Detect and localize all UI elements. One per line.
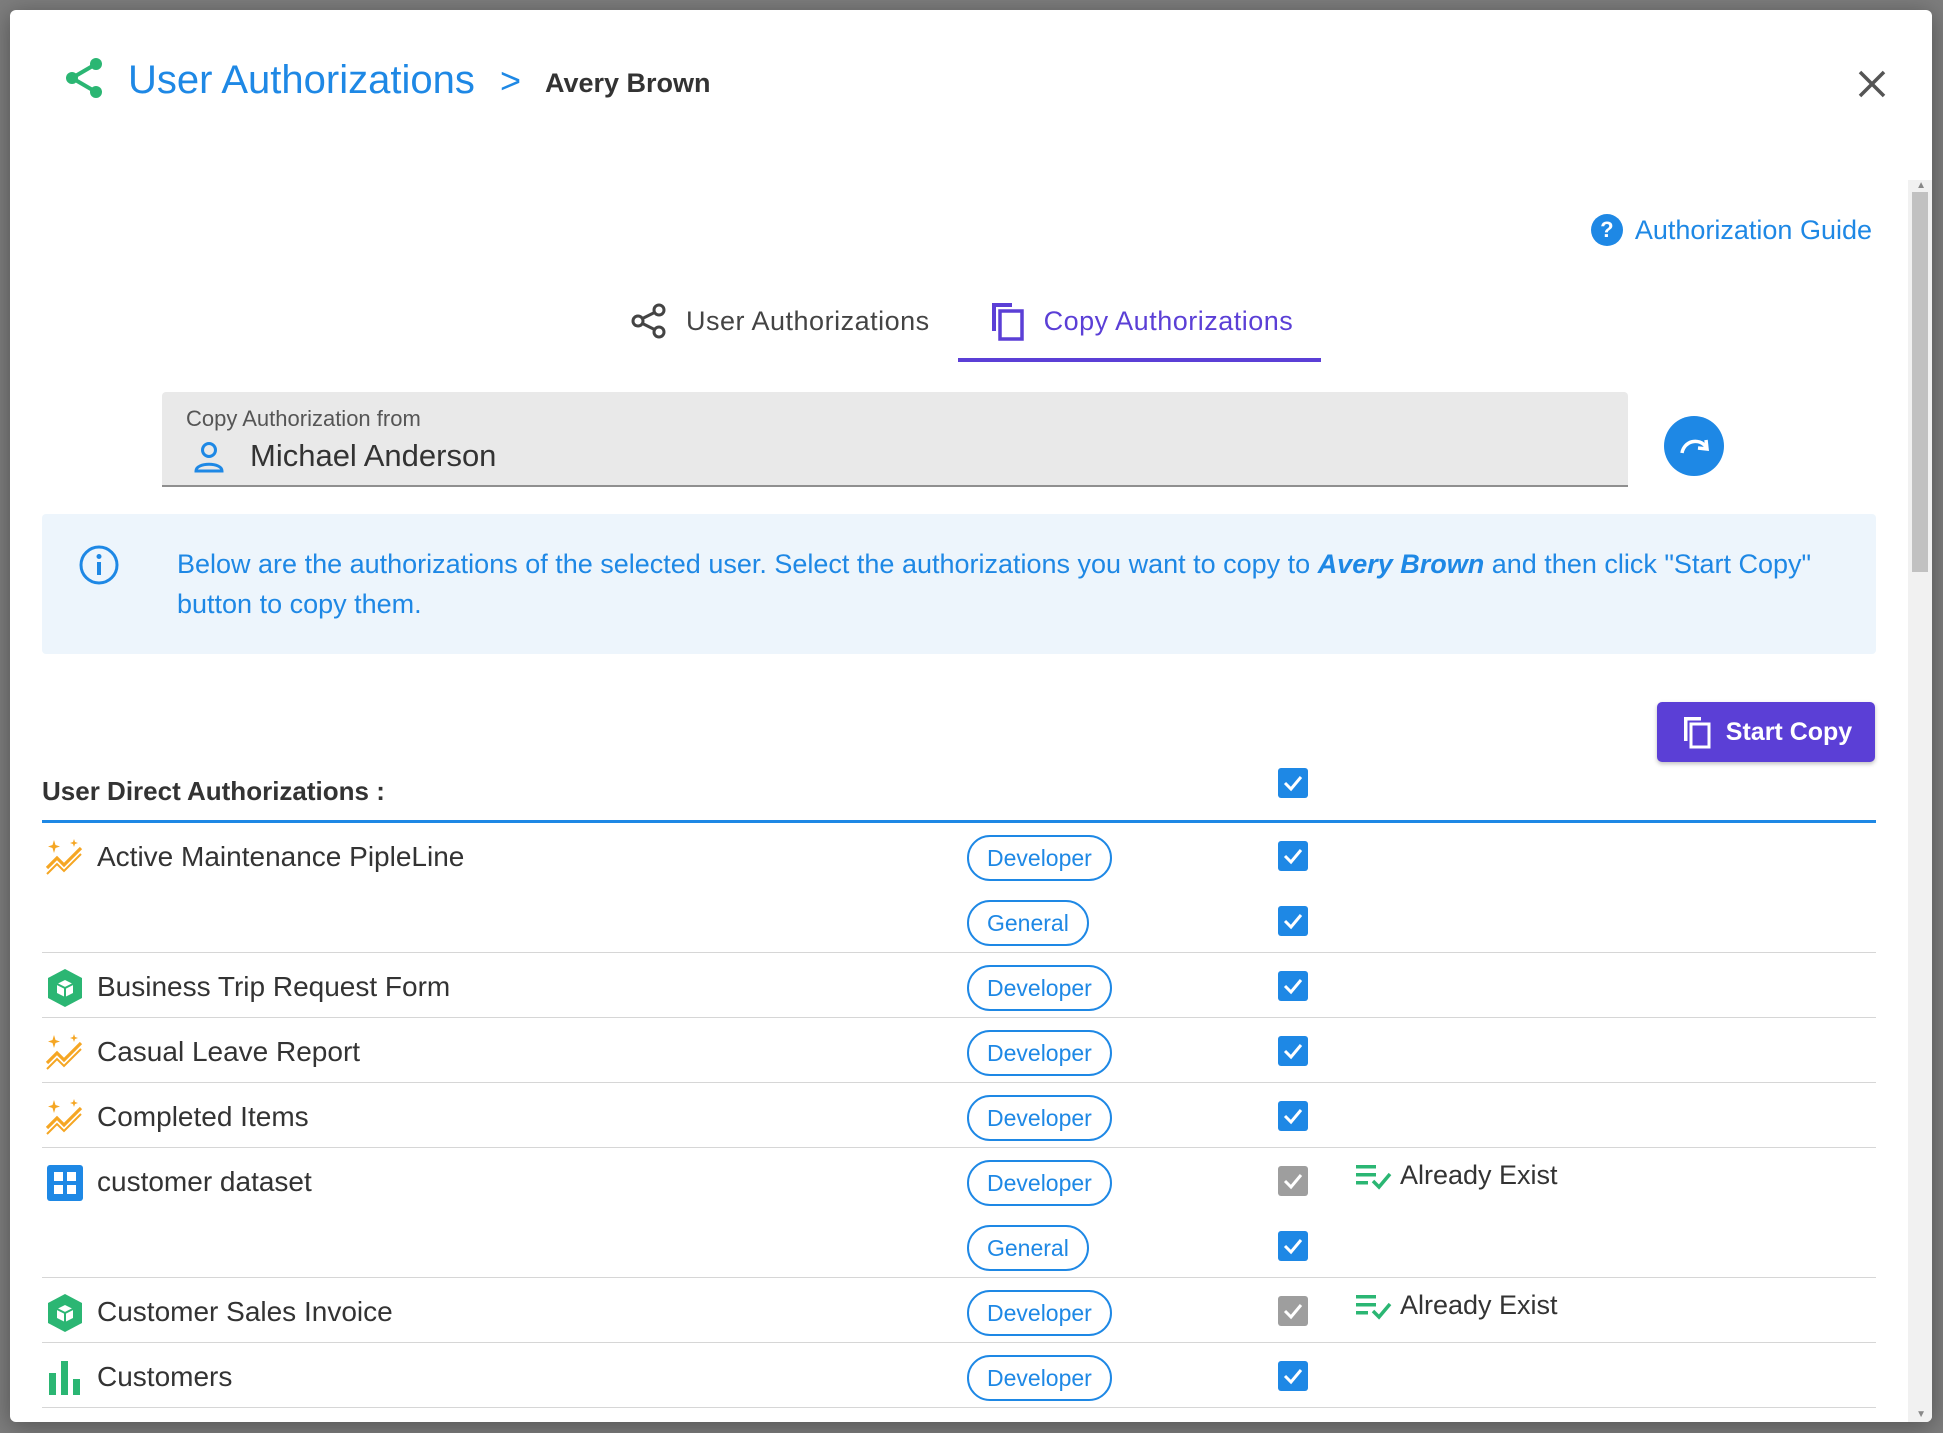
authorization-row: Business Trip Request Form Developer	[42, 953, 1876, 1018]
share-icon	[66, 58, 102, 98]
check-icon	[1283, 1109, 1303, 1125]
copy-icon	[1683, 717, 1711, 749]
check-icon	[1283, 1239, 1303, 1255]
role-chip: Developer	[967, 1355, 1112, 1401]
scroll-up-arrow-icon[interactable]: ▲	[1916, 180, 1926, 191]
dialog-content: ? Authorization Guide User Authorization…	[10, 140, 1908, 1422]
close-icon[interactable]	[1850, 62, 1894, 106]
info-icon	[79, 545, 119, 585]
role-line: Developer	[42, 953, 1876, 1018]
section-title: User Direct Authorizations :	[42, 776, 385, 806]
role-line: Developer	[42, 823, 1876, 888]
check-icon	[1283, 1174, 1303, 1190]
role-line: Developer Already Exist	[42, 1278, 1876, 1343]
reload-button[interactable]	[1664, 416, 1724, 476]
role-line: General	[42, 1213, 1876, 1278]
tab-label: User Authorizations	[686, 305, 930, 336]
role-chip: Developer	[967, 1095, 1112, 1141]
copy-icon	[991, 303, 1024, 341]
role-checkbox[interactable]	[1278, 1231, 1308, 1261]
help-circle-icon: ?	[1590, 214, 1623, 246]
role-chip: Developer	[967, 965, 1112, 1011]
copy-from-label: Copy Authorization from	[186, 406, 421, 431]
tab-copy-authorizations[interactable]: Copy Authorizations	[957, 280, 1322, 362]
breadcrumb-separator: >	[500, 60, 522, 101]
authorization-row: Customer Sales Invoice Developer Already E…	[42, 1278, 1876, 1343]
role-checkbox[interactable]	[1278, 1101, 1308, 1131]
check-icon	[1283, 1369, 1303, 1385]
dialog-user-name: Avery Brown	[545, 68, 711, 98]
check-icon	[1283, 914, 1303, 930]
already-exist-label: Already Exist	[1400, 1290, 1558, 1320]
already-exist-status: Already Exist	[1354, 1290, 1558, 1321]
start-copy-label: Start Copy	[1725, 717, 1853, 746]
redo-icon	[1680, 439, 1709, 454]
info-text: Below are the authorizations of the sele…	[177, 549, 1812, 619]
authorization-list: Active Maintenance PipleLine Developer Gen…	[42, 823, 1876, 1408]
authorization-row: Customers Developer	[42, 1343, 1876, 1408]
check-icon	[1283, 1044, 1303, 1060]
role-checkbox[interactable]	[1278, 1036, 1308, 1066]
info-banner: Below are the authorizations of the sele…	[42, 514, 1876, 654]
role-checkbox[interactable]	[1278, 906, 1308, 936]
role-line: General	[42, 888, 1876, 953]
role-checkbox[interactable]	[1278, 841, 1308, 871]
role-chip: Developer	[967, 835, 1112, 881]
list-check-icon	[1356, 1294, 1392, 1320]
authorization-guide-link[interactable]: ? Authorization Guide	[1590, 214, 1872, 246]
tab-label: Copy Authorizations	[1043, 305, 1294, 336]
role-line: Developer Already Exist	[42, 1148, 1876, 1213]
already-exist-status: Already Exist	[1354, 1160, 1558, 1191]
role-chip: General	[967, 1225, 1089, 1271]
role-checkbox	[1278, 1296, 1308, 1326]
copy-from-field[interactable]: Copy Authorization from Michael Anderson	[162, 392, 1628, 487]
authorization-row: Completed Items Developer	[42, 1083, 1876, 1148]
role-chip: Developer	[967, 1030, 1112, 1076]
role-checkbox	[1278, 1166, 1308, 1196]
tab-bar: User Authorizations Copy Authorizations	[602, 280, 1321, 362]
dialog-title: User Authorizations	[128, 58, 475, 102]
authorization-row: customer dataset Developer Already Exist Ge…	[42, 1148, 1876, 1278]
check-icon	[1283, 1304, 1303, 1320]
role-line: Developer	[42, 1018, 1876, 1083]
check-icon	[1283, 849, 1303, 865]
info-target-user: Avery Brown	[1317, 549, 1485, 579]
check-icon	[1283, 979, 1303, 995]
scroll-thumb[interactable]	[1912, 192, 1928, 572]
list-check-icon	[1356, 1164, 1392, 1190]
scroll-down-arrow-icon[interactable]: ▼	[1916, 1409, 1926, 1420]
vertical-scrollbar[interactable]: ▲ ▼	[1908, 180, 1932, 1422]
already-exist-label: Already Exist	[1400, 1160, 1558, 1190]
role-line: Developer	[42, 1083, 1876, 1148]
authorizations-dialog: User Authorizations > Avery Brown ? Auth…	[10, 10, 1932, 1422]
role-checkbox[interactable]	[1278, 1361, 1308, 1391]
select-all-checkbox[interactable]	[1278, 768, 1308, 798]
authorization-guide-label: Authorization Guide	[1634, 214, 1872, 245]
authorization-row: Active Maintenance PipleLine Developer Gen…	[42, 823, 1876, 953]
role-chip: Developer	[967, 1160, 1112, 1206]
dialog-titlebar: User Authorizations > Avery Brown	[10, 10, 1932, 140]
role-line: Developer	[42, 1343, 1876, 1408]
start-copy-button[interactable]: Start Copy	[1657, 702, 1875, 762]
authorization-row: Casual Leave Report Developer	[42, 1018, 1876, 1083]
check-icon	[1283, 776, 1303, 792]
role-checkbox[interactable]	[1278, 971, 1308, 1001]
share-icon	[631, 303, 666, 339]
role-chip: Developer	[967, 1290, 1112, 1336]
person-icon	[194, 442, 224, 473]
role-chip: General	[967, 900, 1089, 946]
tab-user-authorizations[interactable]: User Authorizations	[602, 280, 958, 362]
copy-from-value: Michael Anderson	[250, 438, 497, 473]
